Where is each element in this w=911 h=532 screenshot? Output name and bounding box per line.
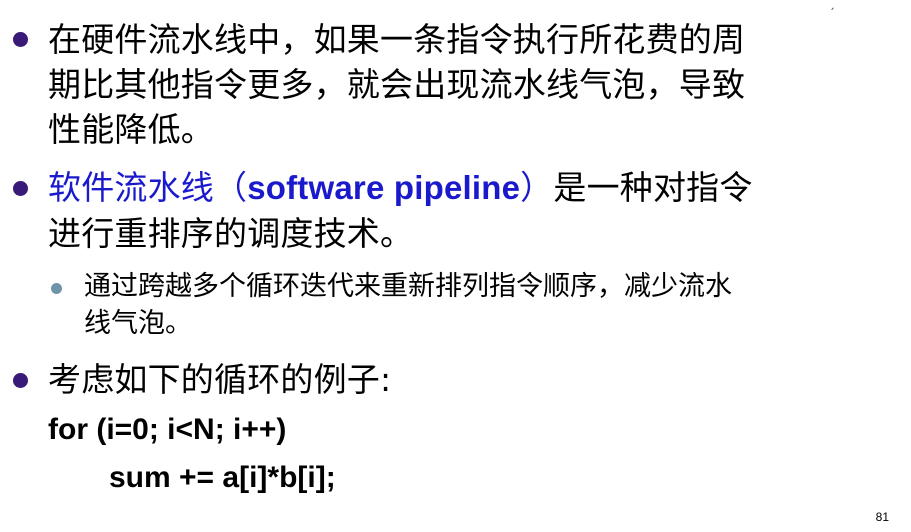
bullet-1-line-2: 期比其他指令更多，就会出现流水线气泡，导致 <box>48 65 746 104</box>
bullet-2-line-2: 进行重排序的调度技术。 <box>48 214 414 253</box>
bullet-1-line-1: 在硬件流水线中，如果一条指令执行所花费的周 <box>48 20 746 59</box>
sub-bullet-dot <box>51 283 62 294</box>
sub-bullet-line-1: 通过跨越多个循环迭代来重新排列指令顺序，减少流水 <box>84 271 732 302</box>
corner-mark: ˏ <box>829 0 835 10</box>
code-line-1: for (i=0; i<N; i++) <box>48 413 287 446</box>
bullet-dot <box>13 32 28 47</box>
sub-bullet-line-2: 线气泡。 <box>84 308 192 339</box>
code-line-2: sum += a[i]*b[i]; <box>109 461 336 494</box>
bullet-1-line-3: 性能降低。 <box>48 110 214 149</box>
bullet-3-line-1: 考虑如下的循环的例子: <box>48 360 392 399</box>
bullet-2-line-1: 软件流水线（software pipeline）是一种对指令 <box>48 166 753 210</box>
software-pipeline-term-close: ） <box>520 168 554 207</box>
slide: ˏ 在硬件流水线中，如果一条指令执行所花费的周 期比其他指令更多，就会出现流水线… <box>0 0 911 532</box>
bullet-dot <box>13 373 28 388</box>
software-pipeline-term-prefix: 软件流水线（ <box>48 168 248 207</box>
bullet-2-line-1-rest: 是一种对指令 <box>553 168 753 207</box>
software-pipeline-term-en: software pipeline <box>247 169 521 206</box>
bullet-dot <box>13 181 28 196</box>
page-number: 81 <box>875 510 889 524</box>
